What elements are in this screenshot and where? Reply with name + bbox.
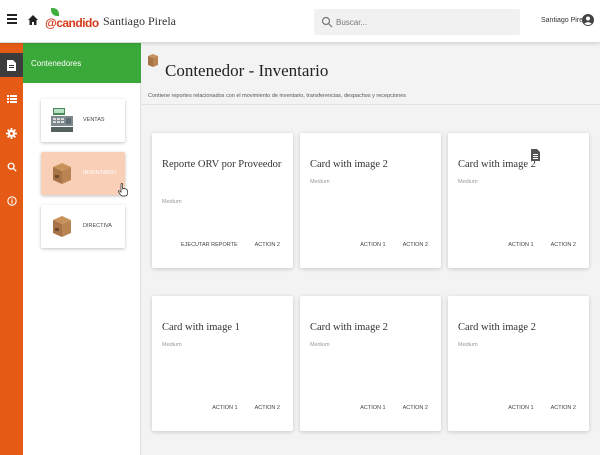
card-subtitle: Medium	[162, 199, 182, 205]
hand-cursor-icon	[118, 183, 128, 197]
card-subtitle: Medium	[162, 342, 182, 348]
card-subtitle: Medium	[458, 179, 478, 185]
card-actions: ACTION 1 ACTION 2	[360, 242, 428, 248]
cash-register-icon	[51, 108, 73, 132]
action-2-button[interactable]: ACTION 2	[551, 242, 576, 248]
divider	[142, 104, 600, 105]
home-icon[interactable]	[27, 14, 39, 26]
action-1-button[interactable]: ACTION 1	[360, 242, 385, 248]
rail-item-documents[interactable]	[0, 53, 23, 77]
report-card: Reporte ORV por Proveedor Medium EJECUTA…	[152, 133, 293, 268]
panel-header: Contenedores	[23, 43, 141, 83]
rail-item-settings[interactable]	[0, 121, 23, 145]
report-card: Card with image 2 Medium ACTION 1 ACTION…	[300, 133, 441, 268]
logo-text: @candido	[45, 16, 99, 30]
box-icon	[53, 163, 71, 184]
action-1-button[interactable]: ACTION 1	[508, 405, 533, 411]
list-icon	[6, 95, 17, 103]
card-subtitle: Medium	[310, 342, 330, 348]
account-circle-icon[interactable]	[582, 14, 594, 26]
menu-icon[interactable]	[7, 14, 17, 26]
container-label: DIRECTIVA	[83, 223, 112, 229]
search-input[interactable]	[336, 14, 516, 30]
container-inventario[interactable]: INVENTARIO	[41, 152, 125, 195]
box-icon	[53, 216, 71, 237]
container-label: VENTAS	[83, 117, 105, 123]
document-icon	[7, 59, 16, 71]
report-card: Card with image 2 Medium ACTION 1 ACTION…	[300, 296, 441, 431]
action-1-button[interactable]: ACTION 1	[508, 242, 533, 248]
panel-title: Contenedores	[31, 59, 82, 68]
search-icon	[321, 16, 333, 28]
containers-panel: Contenedores VENTAS INVENTARIO DIRECTIVA	[23, 43, 141, 455]
report-card: Card with image 2 Medium ACTION 1 ACTION…	[448, 133, 589, 268]
logo-leaf-icon	[51, 8, 59, 16]
report-card: Card with image 1 Medium ACTION 1 ACTION…	[152, 296, 293, 431]
card-actions: ACTION 1 ACTION 2	[508, 242, 576, 248]
card-title: Card with image 1	[162, 322, 240, 333]
action-2-button[interactable]: ACTION 2	[255, 242, 280, 248]
card-actions: ACTION 1 ACTION 2	[212, 405, 280, 411]
card-actions: EJECUTAR REPORTE ACTION 2	[181, 242, 280, 248]
page-description: Contiene reportes relacionados con el mo…	[148, 93, 407, 99]
top-bar: @candido Santiago Pirela Santiago Pirela	[0, 0, 600, 43]
execute-report-button[interactable]: EJECUTAR REPORTE	[181, 242, 238, 248]
card-title: Reporte ORV por Proveedor	[162, 159, 282, 170]
rail-item-info[interactable]	[0, 189, 23, 213]
action-1-button[interactable]: ACTION 1	[360, 405, 385, 411]
info-icon	[6, 196, 17, 206]
card-title: Card with image 2	[310, 322, 388, 333]
icon-rail	[0, 43, 23, 455]
gear-icon	[6, 127, 17, 139]
action-2-button[interactable]: ACTION 2	[255, 405, 280, 411]
card-title: Card with image 2	[458, 159, 536, 170]
main-content: Contenedor - Inventario Contiene reporte…	[142, 43, 600, 455]
rail-item-search[interactable]	[0, 155, 23, 179]
container-ventas[interactable]: VENTAS	[41, 99, 125, 142]
card-subtitle: Medium	[310, 179, 330, 185]
document-icon[interactable]	[531, 149, 540, 161]
card-actions: ACTION 1 ACTION 2	[508, 405, 576, 411]
card-actions: ACTION 1 ACTION 2	[360, 405, 428, 411]
logo[interactable]: @candido	[45, 8, 99, 36]
search-icon	[7, 162, 17, 172]
app-title: Santiago Pirela	[103, 14, 176, 28]
rail-item-list[interactable]	[0, 87, 23, 111]
report-card: Card with image 2 Medium ACTION 1 ACTION…	[448, 296, 589, 431]
card-title: Card with image 2	[458, 322, 536, 333]
action-2-button[interactable]: ACTION 2	[403, 405, 428, 411]
card-subtitle: Medium	[458, 342, 478, 348]
search-box[interactable]	[314, 9, 520, 35]
action-2-button[interactable]: ACTION 2	[551, 405, 576, 411]
container-label: INVENTARIO	[83, 170, 117, 176]
action-1-button[interactable]: ACTION 1	[212, 405, 237, 411]
page-title: Contenedor - Inventario	[165, 61, 329, 80]
action-2-button[interactable]: ACTION 2	[403, 242, 428, 248]
container-directiva[interactable]: DIRECTIVA	[41, 205, 125, 248]
card-title: Card with image 2	[310, 159, 388, 170]
box-icon	[148, 54, 158, 67]
